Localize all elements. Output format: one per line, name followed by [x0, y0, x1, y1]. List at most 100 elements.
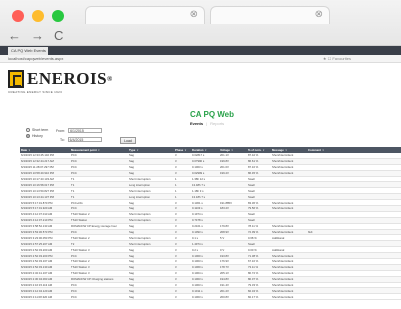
table-cell: 183.2V — [220, 206, 229, 211]
table-cell: 6/4/2015 12:32:44.217 AM — [21, 159, 54, 164]
forward-arrow-icon[interactable]: → — [31, 28, 44, 43]
table-cell: Short/intermittent — [272, 271, 294, 276]
back-arrow-icon[interactable]: ← — [8, 28, 21, 43]
table-cell: Swell — [248, 177, 255, 181]
column-header[interactable]: Type▼ — [128, 148, 174, 152]
table-cell: Short/intermittent — [272, 230, 294, 235]
table-cell: Sag — [129, 200, 134, 205]
table-cell: 3 — [175, 224, 177, 229]
table-cell: 6/3/2015 2:52:03.200 PM — [21, 253, 53, 258]
column-header[interactable]: Duration▼ — [191, 148, 219, 152]
table-cell: 6/4/2015 12:33:45.140 PM — [21, 153, 54, 158]
sort-icon[interactable]: ▼ — [183, 149, 186, 152]
table-cell: T1 — [71, 188, 75, 193]
table-cell: 194.8V — [220, 277, 229, 282]
reload-icon[interactable]: C — [54, 28, 63, 43]
load-button[interactable]: Load — [120, 137, 136, 144]
screenshot-stage: ⊗ ⊗ ← → C CA PQ Web Events localhost/cap… — [0, 0, 401, 309]
table-cell: 1 — [175, 188, 177, 193]
table-cell: Short/intermittent — [272, 288, 294, 293]
tab-reports[interactable]: Reports — [210, 121, 224, 126]
table-cell: 1 — [175, 182, 177, 187]
table-cell: 3 — [175, 235, 177, 240]
sort-icon[interactable]: ▼ — [321, 149, 324, 152]
table-cell: Sag — [129, 159, 134, 164]
to-date-input[interactable]: 6/4/2015 — [67, 137, 102, 142]
close-tab-icon[interactable]: ⊗ — [190, 9, 198, 20]
table-cell: 201.1V — [220, 153, 229, 158]
table-cell: Sag — [129, 271, 134, 276]
minimize-window-icon[interactable] — [32, 10, 44, 22]
table-cell: 200.8V — [220, 294, 229, 299]
sort-icon[interactable]: ▼ — [135, 149, 138, 152]
table-cell: 0.02817 s — [192, 153, 205, 158]
table-cell: 6/3/2015 2:12:04.120 AM — [21, 288, 53, 293]
sort-icon[interactable]: ▼ — [204, 149, 207, 152]
table-cell: T2 — [71, 241, 75, 246]
table-row[interactable]: 6/3/2015 2:11:08.320 AM PCC Sag 3 0.1003 s 20… — [20, 294, 401, 301]
favourites-text[interactable]: ★ ☐ Favourites — [323, 55, 351, 63]
table-cell: 6/3/2015 4:12:07.013 AM — [21, 212, 53, 217]
table-cell: TS10 Station 3 — [71, 271, 90, 276]
table-cell: 3 — [175, 265, 177, 270]
table-cell: 86.61 % — [248, 159, 259, 164]
radio-history[interactable]: History — [26, 133, 48, 139]
table-cell: TS10 Station 3 — [71, 265, 90, 270]
tab-events[interactable]: Events — [190, 121, 203, 126]
close-window-icon[interactable] — [12, 10, 24, 22]
radio-label: Short term — [32, 128, 49, 132]
radio-button[interactable] — [26, 134, 30, 138]
radio-button[interactable] — [26, 128, 30, 132]
table-cell: Swell — [248, 194, 255, 199]
inner-tab[interactable]: CA PQ Web Events — [8, 47, 48, 55]
maximize-window-icon[interactable] — [52, 10, 64, 22]
table-cell: Sag — [129, 283, 134, 288]
from-date-input[interactable]: 6/1/2015 — [68, 128, 103, 133]
table-cell: T1 — [71, 194, 75, 199]
table-cell: 6/3/2015 10:58:40.910 PM — [21, 171, 54, 176]
column-header[interactable]: Measurement point▼ — [70, 148, 128, 152]
table-cell: 13.18h 7 s — [192, 194, 206, 199]
outer-tab-2[interactable]: ⊗ — [210, 6, 330, 24]
table-cell: 3 — [175, 200, 177, 205]
table-cell: 6/3/2015 2:52:03.200 AM — [21, 247, 53, 252]
column-header[interactable]: Date▼ — [20, 148, 70, 152]
column-header-label: Duration — [192, 148, 204, 152]
close-tab-icon[interactable]: ⊗ — [315, 9, 323, 20]
column-header-label: Comment — [308, 148, 321, 152]
from-row: From: 6/1/2015 — [56, 128, 103, 133]
table-cell: 193.8V — [220, 253, 229, 258]
table-cell: Short interruption — [129, 212, 151, 217]
table-cell: 6/3/2015 10:16:58.017 PM — [21, 182, 54, 187]
window-controls — [12, 10, 64, 22]
table-cell: 179.8V — [220, 224, 229, 229]
column-header[interactable]: % of nom.▼ — [247, 148, 271, 152]
table-cell: 201.2V — [220, 288, 229, 293]
table-cell: Short interruption — [129, 177, 151, 181]
sort-icon[interactable]: ▼ — [284, 149, 287, 152]
table-cell: 6/3/2015 10:17:43.133 AM — [21, 177, 54, 181]
table-cell: Sag — [129, 230, 134, 235]
table-cell: 6/3/2015 5:17:01.920 AM — [21, 206, 53, 211]
sort-icon[interactable]: ▼ — [261, 149, 264, 152]
table-cell: Sag — [129, 247, 134, 252]
table-cell: Short/intermittent — [272, 253, 294, 258]
table-cell: 0.1060 s — [192, 265, 203, 270]
table-cell: Short interruption — [129, 235, 151, 240]
table-cell: Sag — [129, 294, 134, 299]
table-cell: 176.9V — [220, 259, 229, 264]
column-header[interactable]: Comment▼ — [307, 148, 327, 152]
inner-address-bar[interactable]: localhost/capqweb/events.aspx ★ ☐ Favour… — [0, 55, 401, 63]
sort-icon[interactable]: ▼ — [27, 149, 30, 152]
table-cell: Sag — [129, 277, 134, 282]
table-cell: 0.1011 s — [192, 288, 203, 293]
table-cell: 3 — [175, 259, 177, 264]
column-header[interactable]: Phase▼ — [174, 148, 191, 152]
sort-icon[interactable]: ▼ — [230, 149, 233, 152]
table-cell: PCC — [71, 171, 77, 176]
table-cell: 3 — [175, 218, 177, 223]
column-header[interactable]: Voltage▼ — [219, 148, 247, 152]
outer-tab-1[interactable]: ⊗ — [85, 6, 205, 24]
column-header[interactable]: Message▼ — [271, 148, 307, 152]
sort-icon[interactable]: ▼ — [97, 149, 100, 152]
